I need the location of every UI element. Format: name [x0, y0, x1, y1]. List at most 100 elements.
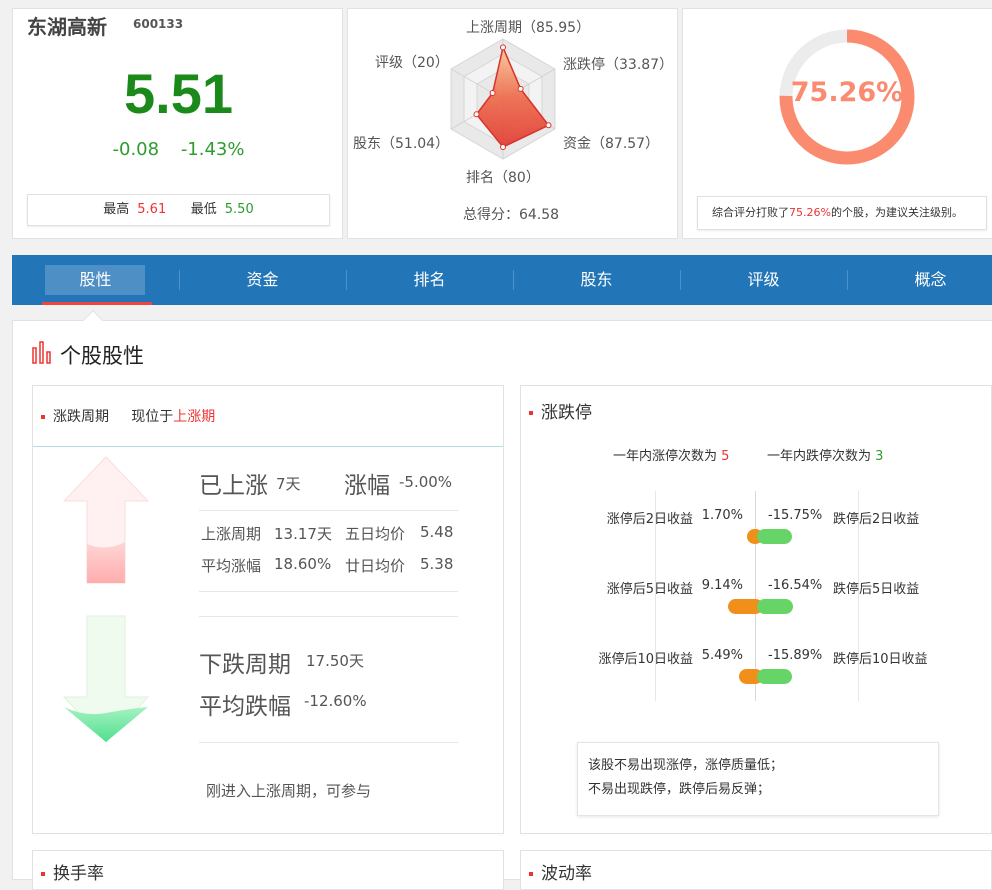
avg-fall-label: 平均跌幅: [199, 694, 291, 720]
tab-rating[interactable]: 评级: [680, 255, 847, 305]
section-title: 个股股性: [60, 344, 144, 368]
limit-up-count: 一年内涨停次数为 5: [613, 445, 729, 464]
limit-note-box: 该股不易出现涨停，涨停质量低； 不易出现跌停，跌停后易反弹；: [577, 742, 939, 816]
range-value: -5.00%: [399, 473, 453, 491]
bullet-icon: [529, 872, 533, 876]
gauge-note-pct: 75.26%: [789, 206, 831, 219]
down-cycle-value: 17.50天: [306, 652, 364, 670]
cycle-advice: 刚进入上涨周期，可参与: [206, 782, 372, 800]
radar-label-rank: 排名（80）: [466, 170, 540, 186]
radar-label-up-cycle: 上涨周期（85.95）: [466, 20, 591, 36]
divider: [199, 591, 458, 592]
limit-down-bar: [757, 529, 792, 544]
radar-value-point: [545, 122, 552, 129]
radar-label-funds: 资金（87.57）: [563, 136, 660, 152]
limit-down-label: 跌停后5日收益: [833, 582, 920, 597]
tab-ranking[interactable]: 排名: [346, 255, 513, 305]
turnover-panel: 换手率: [32, 850, 504, 890]
gauge-percent: 75.26%: [790, 77, 904, 108]
tab-funds[interactable]: 资金: [179, 255, 346, 305]
gauge-note-post: 的个股，为建议关注级别。: [830, 206, 963, 219]
radar-value-point: [517, 85, 524, 92]
radar-value-point: [500, 44, 506, 51]
cycle-header-label: 涨跌周期: [53, 409, 109, 425]
volatility-header: 波动率: [529, 859, 592, 884]
low-value: 5.50: [224, 202, 254, 217]
bullet-icon: [41, 415, 45, 419]
limit-down-value: -16.54%: [768, 578, 823, 593]
limit-down-bar: [757, 669, 792, 684]
limit-down-value: -15.75%: [768, 508, 823, 523]
score-gauge-card: 75.26% 综合评分打败了75.26%的个股，为建议关注级别。: [682, 8, 992, 239]
limit-down-value: -15.89%: [768, 648, 823, 663]
ma5-label: 五日均价: [345, 525, 406, 543]
limit-note-2: 不易出现跌停，跌停后易反弹；: [588, 782, 771, 797]
low-label: 最低: [190, 202, 217, 217]
stock-name: 东湖高新: [27, 15, 107, 39]
tab-shareholders[interactable]: 股东: [513, 255, 680, 305]
radar-total-score: 总得分：64.58: [463, 207, 560, 223]
limit-header: 涨跌停: [529, 398, 592, 423]
limit-up-value: 9.14%: [701, 578, 743, 593]
limit-up-value: 5.49%: [701, 648, 743, 663]
limit-up-label: 涨停后5日收益: [606, 582, 693, 597]
bar-chart-icon: [32, 341, 51, 364]
high-value: 5.61: [137, 202, 167, 217]
radar-label-holders: 股东（51.04）: [353, 136, 450, 152]
gauge-note-pre: 综合评分打败了: [712, 206, 789, 219]
cycle-header-pos: 现位于: [131, 409, 174, 425]
limit-note-1: 该股不易出现涨停，涨停质量低；: [588, 758, 784, 773]
cycle-header-divider: [33, 446, 503, 447]
volatility-panel: 波动率: [520, 850, 992, 890]
range-label: 涨幅: [344, 473, 390, 499]
down-cycle-label: 下跌周期: [199, 652, 291, 678]
price-change-row: -0.08 -1.43%: [13, 139, 344, 160]
price-change-pct: -1.43%: [180, 139, 245, 160]
radar-score-card: 上涨周期（85.95） 涨跌停（33.87） 资金（87.57） 排名（80） …: [347, 8, 678, 239]
up-days-value: 7天: [276, 475, 301, 493]
limit-up-value: 1.70%: [701, 508, 743, 523]
gauge-note: 综合评分打败了75.26%的个股，为建议关注级别。: [697, 196, 987, 230]
radar-label-rating: 评级（20）: [375, 55, 449, 71]
price-change: -0.08: [112, 139, 160, 160]
down-arrow-icon: [63, 615, 149, 743]
category-tabs: 股性 资金 排名 股东 评级 概念: [12, 255, 992, 305]
limit-title: 涨跌停: [541, 403, 592, 423]
tab-stock-character[interactable]: 股性: [12, 255, 179, 305]
limit-up-count-value: 5: [721, 449, 730, 464]
cycle-header-state: 上涨期: [173, 409, 216, 425]
tab-concept[interactable]: 概念: [847, 255, 992, 305]
bullet-icon: [529, 411, 533, 415]
high-label: 最高: [103, 202, 130, 217]
radar-value-point: [489, 90, 496, 96]
high-low-box: 最高 5.61 最低 5.50: [27, 194, 330, 226]
bullet-icon: [41, 872, 45, 876]
limit-down-label: 跌停后2日收益: [833, 512, 920, 527]
divider: [199, 510, 458, 511]
cycle-panel: 涨跌周期 现位于上涨期 已上涨 7天 涨幅 -5.00% 上涨周期 13.17天…: [32, 385, 504, 834]
limit-up-label: 涨停后10日收益: [598, 652, 693, 667]
radar-value-point: [473, 111, 480, 118]
divider: [199, 616, 458, 617]
ma20-label: 廿日均价: [345, 557, 406, 575]
limit-up-label: 涨停后2日收益: [606, 512, 693, 527]
radar-label-limit: 涨跌停（33.87）: [563, 57, 674, 73]
limit-panel: 涨跌停 一年内涨停次数为 5 一年内跌停次数为 3 涨停后2日收益 1.70% -1…: [520, 385, 992, 834]
up-days-label: 已上涨: [199, 473, 268, 499]
volatility-title: 波动率: [541, 864, 592, 884]
avg-rise-value: 18.60%: [274, 555, 332, 573]
stock-code: 600133: [133, 17, 184, 31]
limit-down-label: 跌停后10日收益: [833, 652, 928, 667]
divider: [199, 742, 458, 743]
limit-down-count-label: 一年内跌停次数为: [767, 449, 872, 464]
limit-down-bar: [757, 599, 794, 614]
stock-price: 5.51: [124, 62, 233, 125]
up-cycle-value: 13.17天: [274, 525, 332, 543]
ma5-value: 5.48: [420, 523, 454, 541]
up-arrow-icon: [63, 456, 149, 584]
avg-rise-label: 平均涨幅: [201, 557, 262, 575]
limit-down-count: 一年内跌停次数为 3: [767, 445, 883, 464]
ma20-value: 5.38: [420, 555, 454, 573]
avg-fall-value: -12.60%: [304, 692, 367, 710]
stock-quote-card: 东湖高新 600133 5.51 -0.08 -1.43% 最高 5.61 最低 5…: [12, 8, 343, 239]
